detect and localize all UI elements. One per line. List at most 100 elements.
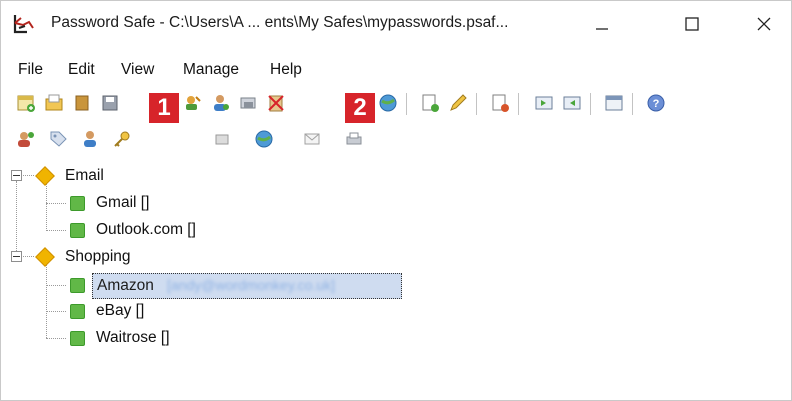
- tag-icon: [50, 131, 67, 147]
- toolbar-separator: [406, 93, 407, 115]
- save-database-icon: [102, 95, 118, 111]
- key-button[interactable]: [109, 125, 135, 153]
- entry-amazon-username-blurred: [andy@wordmonkey.co.uk]: [167, 277, 336, 293]
- menu-edit[interactable]: Edit: [68, 61, 95, 79]
- maximize-button[interactable]: [669, 7, 715, 39]
- options-icon: [605, 95, 623, 111]
- collapse-all-icon: [563, 96, 581, 110]
- toolbar-separator: [590, 93, 591, 115]
- tree-connector: [16, 181, 17, 261]
- tree-connector: [20, 175, 34, 176]
- copy-username-button[interactable]: [207, 89, 233, 117]
- copy-notes-icon: [240, 97, 256, 109]
- open-database-icon: [45, 94, 63, 111]
- minimize-icon: [596, 28, 608, 30]
- group-shopping[interactable]: Shopping: [65, 248, 131, 266]
- menu-bar: File Edit View Manage Help: [1, 57, 791, 83]
- tree-connector: [46, 230, 66, 231]
- copy-username-icon: [214, 95, 229, 111]
- entry-ebay[interactable]: eBay []: [96, 302, 144, 320]
- secondary-toolbar: [1, 121, 791, 157]
- tree-connector: [46, 183, 47, 231]
- print-icon: [346, 132, 362, 145]
- key-icon: [114, 131, 130, 147]
- globe-icon: [255, 130, 273, 148]
- help-button[interactable]: ?: [643, 89, 669, 117]
- password-safe-window: Password Safe - C:\Users\A ... ents\My S…: [0, 0, 792, 401]
- collapse-all-button[interactable]: [559, 89, 585, 117]
- menu-file[interactable]: File: [18, 61, 43, 79]
- edit-entry-icon: [450, 94, 467, 111]
- callout-badge: 2: [345, 93, 375, 123]
- email-button[interactable]: [299, 125, 325, 153]
- menu-view[interactable]: View: [121, 61, 154, 79]
- copy-password-button[interactable]: [179, 89, 205, 117]
- toolbar-separator: [518, 93, 519, 115]
- svg-text:?: ?: [653, 98, 660, 110]
- menu-help[interactable]: Help: [270, 61, 302, 79]
- browse-url-button[interactable]: [375, 89, 401, 117]
- entry-gmail[interactable]: Gmail []: [96, 194, 149, 212]
- clear-clipboard-icon: [268, 95, 284, 112]
- close-database-icon: [75, 95, 89, 111]
- tree-connector: [46, 264, 47, 338]
- minimize-button[interactable]: [579, 7, 625, 39]
- password-tree: Email Gmail [] Outlook.com [] Shopping A…: [1, 161, 791, 400]
- group-folder-icon: [35, 247, 55, 267]
- entry-icon: [70, 304, 85, 319]
- title-bar[interactable]: Password Safe - C:\Users\A ... ents\My S…: [1, 1, 791, 45]
- tree-connector: [46, 311, 66, 312]
- entry-amazon-title: Amazon: [97, 277, 154, 294]
- entry-icon: [70, 223, 85, 238]
- toolbar-separator: [632, 93, 633, 115]
- delete-entry-icon: [492, 94, 509, 112]
- entry-icon: [70, 278, 85, 293]
- collapse-toggle-shopping[interactable]: [11, 251, 22, 262]
- new-database-button[interactable]: [13, 89, 39, 117]
- close-button[interactable]: [741, 7, 787, 39]
- user-button[interactable]: [77, 125, 103, 153]
- group-email[interactable]: Email: [65, 167, 104, 185]
- entry-icon: [70, 331, 85, 346]
- tree-connector: [20, 256, 34, 257]
- add-group-button[interactable]: [13, 125, 39, 153]
- globe-button[interactable]: [251, 125, 277, 153]
- save-database-button[interactable]: [97, 89, 123, 117]
- entry-outlook[interactable]: Outlook.com []: [96, 221, 196, 239]
- new-database-icon: [17, 95, 35, 112]
- group-folder-icon: [35, 166, 55, 186]
- help-icon: ?: [647, 94, 665, 112]
- menu-manage[interactable]: Manage: [183, 61, 239, 79]
- clear-clipboard-button[interactable]: [263, 89, 289, 117]
- collapse-toggle-email[interactable]: [11, 170, 22, 181]
- notes-button[interactable]: [209, 125, 235, 153]
- window-title: Password Safe - C:\Users\A ... ents\My S…: [51, 14, 509, 31]
- expand-all-icon: [535, 96, 553, 110]
- tree-connector: [46, 285, 66, 286]
- email-icon: [304, 133, 320, 145]
- password-safe-app-icon: [13, 15, 34, 34]
- copy-password-icon: [186, 96, 201, 110]
- main-toolbar: ?: [1, 85, 791, 121]
- entry-amazon-selected[interactable]: Amazon [andy@wordmonkey.co.uk]: [92, 273, 402, 299]
- open-database-button[interactable]: [41, 89, 67, 117]
- callout-badge: 1: [149, 93, 179, 123]
- notes-icon: [215, 134, 229, 145]
- toolbar-separator: [476, 93, 477, 115]
- tree-connector: [46, 203, 66, 204]
- tree-connector: [46, 338, 66, 339]
- add-entry-icon: [422, 94, 439, 112]
- maximize-icon: [685, 17, 699, 31]
- delete-entry-button[interactable]: [487, 89, 513, 117]
- user-icon: [84, 131, 96, 147]
- entry-waitrose[interactable]: Waitrose []: [96, 329, 170, 347]
- edit-entry-button[interactable]: [445, 89, 471, 117]
- tag-button[interactable]: [45, 125, 71, 153]
- copy-notes-button[interactable]: [235, 89, 261, 117]
- add-entry-button[interactable]: [417, 89, 443, 117]
- options-button[interactable]: [601, 89, 627, 117]
- close-database-button[interactable]: [69, 89, 95, 117]
- print-button[interactable]: [341, 125, 367, 153]
- entry-icon: [70, 196, 85, 211]
- expand-all-button[interactable]: [531, 89, 557, 117]
